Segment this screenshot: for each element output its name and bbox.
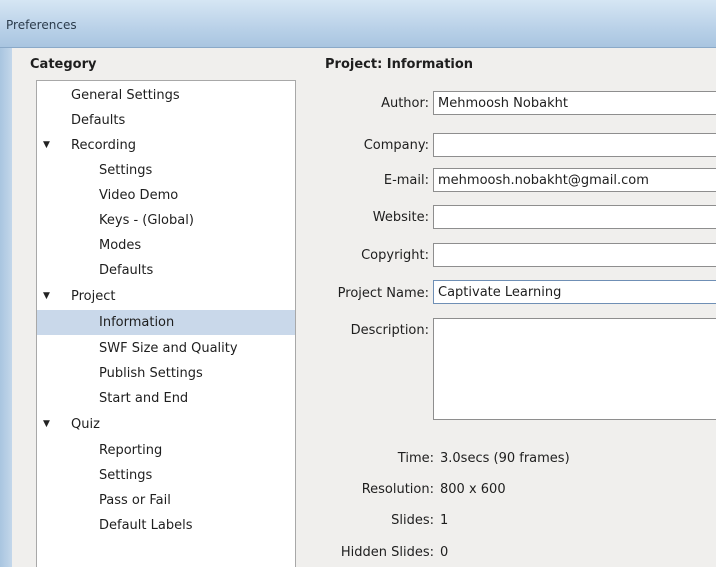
tree-item-modes[interactable]: Modes	[37, 233, 295, 258]
tree-item-label: Keys - (Global)	[99, 213, 194, 228]
tree-item-label: Defaults	[99, 263, 154, 278]
author-field[interactable]	[433, 91, 716, 115]
category-tree[interactable]: General Settings Defaults ▼ Recording Se…	[36, 80, 296, 567]
tree-item-label: Pass or Fail	[99, 493, 171, 508]
slides-value: 1	[440, 513, 449, 528]
tree-item-quiz[interactable]: ▼ Quiz	[37, 412, 295, 437]
collapse-arrow-icon[interactable]: ▼	[43, 133, 50, 158]
tree-item-publish-settings[interactable]: Publish Settings	[37, 361, 295, 386]
project-name-field[interactable]	[433, 280, 716, 304]
tree-item-label: Settings	[99, 163, 153, 178]
time-label: Time:	[397, 451, 434, 466]
tree-item-defaults[interactable]: Defaults	[37, 108, 295, 133]
copyright-label: Copyright:	[361, 248, 429, 263]
project-name-label: Project Name:	[337, 286, 429, 301]
tree-item-information[interactable]: Information	[37, 310, 295, 335]
tree-item-recording[interactable]: ▼ Recording	[37, 133, 295, 158]
tree-item-video-demo[interactable]: Video Demo	[37, 183, 295, 208]
email-field[interactable]	[433, 168, 716, 192]
tree-item-label: Start and End	[99, 391, 189, 406]
tree-item-label: Recording	[71, 138, 137, 153]
collapse-arrow-icon[interactable]: ▼	[43, 412, 50, 437]
tree-item-keys-global[interactable]: Keys - (Global)	[37, 208, 295, 233]
category-heading: Category	[30, 57, 97, 72]
tree-item-label: Modes	[99, 238, 142, 253]
hidden-slides-value: 0	[440, 545, 449, 560]
copyright-field[interactable]	[433, 243, 716, 267]
title-bar: Preferences	[0, 0, 716, 48]
company-label: Company:	[363, 138, 429, 153]
window-frame-left	[0, 48, 12, 567]
tree-item-default-labels[interactable]: Default Labels	[37, 513, 295, 538]
tree-item-recording-defaults[interactable]: Defaults	[37, 258, 295, 283]
website-field[interactable]	[433, 205, 716, 229]
tree-item-label: Information	[99, 315, 175, 330]
tree-item-reporting[interactable]: Reporting	[37, 438, 295, 463]
collapse-arrow-icon[interactable]: ▼	[43, 284, 50, 309]
tree-item-label: Default Labels	[99, 518, 193, 533]
tree-item-label: Publish Settings	[99, 366, 203, 381]
company-field[interactable]	[433, 133, 716, 157]
hidden-slides-label: Hidden Slides:	[340, 545, 434, 560]
tree-item-label: Settings	[99, 468, 153, 483]
resolution-label: Resolution:	[361, 482, 434, 497]
tree-item-label: Video Demo	[99, 188, 179, 203]
tree-item-project[interactable]: ▼ Project	[37, 284, 295, 309]
tree-item-label: Quiz	[71, 417, 100, 432]
email-label: E-mail:	[383, 173, 429, 188]
tree-item-quiz-settings[interactable]: Settings	[37, 463, 295, 488]
time-value: 3.0secs (90 frames)	[440, 451, 570, 466]
tree-item-label: SWF Size and Quality	[99, 341, 238, 356]
window-title: Preferences	[6, 18, 77, 32]
tree-item-label: Project	[71, 289, 116, 304]
author-label: Author:	[381, 96, 429, 111]
tree-item-label: Defaults	[71, 113, 126, 128]
tree-item-start-and-end[interactable]: Start and End	[37, 386, 295, 411]
description-field[interactable]	[433, 318, 716, 420]
description-label: Description:	[350, 323, 429, 338]
resolution-value: 800 x 600	[440, 482, 506, 497]
tree-item-pass-or-fail[interactable]: Pass or Fail	[37, 488, 295, 513]
slides-label: Slides:	[391, 513, 434, 528]
tree-item-recording-settings[interactable]: Settings	[37, 158, 295, 183]
tree-item-label: General Settings	[71, 88, 180, 103]
tree-item-general-settings[interactable]: General Settings	[37, 83, 295, 108]
panel-heading: Project: Information	[325, 57, 474, 72]
tree-item-swf-size-quality[interactable]: SWF Size and Quality	[37, 336, 295, 361]
website-label: Website:	[372, 210, 429, 225]
tree-item-label: Reporting	[99, 443, 163, 458]
